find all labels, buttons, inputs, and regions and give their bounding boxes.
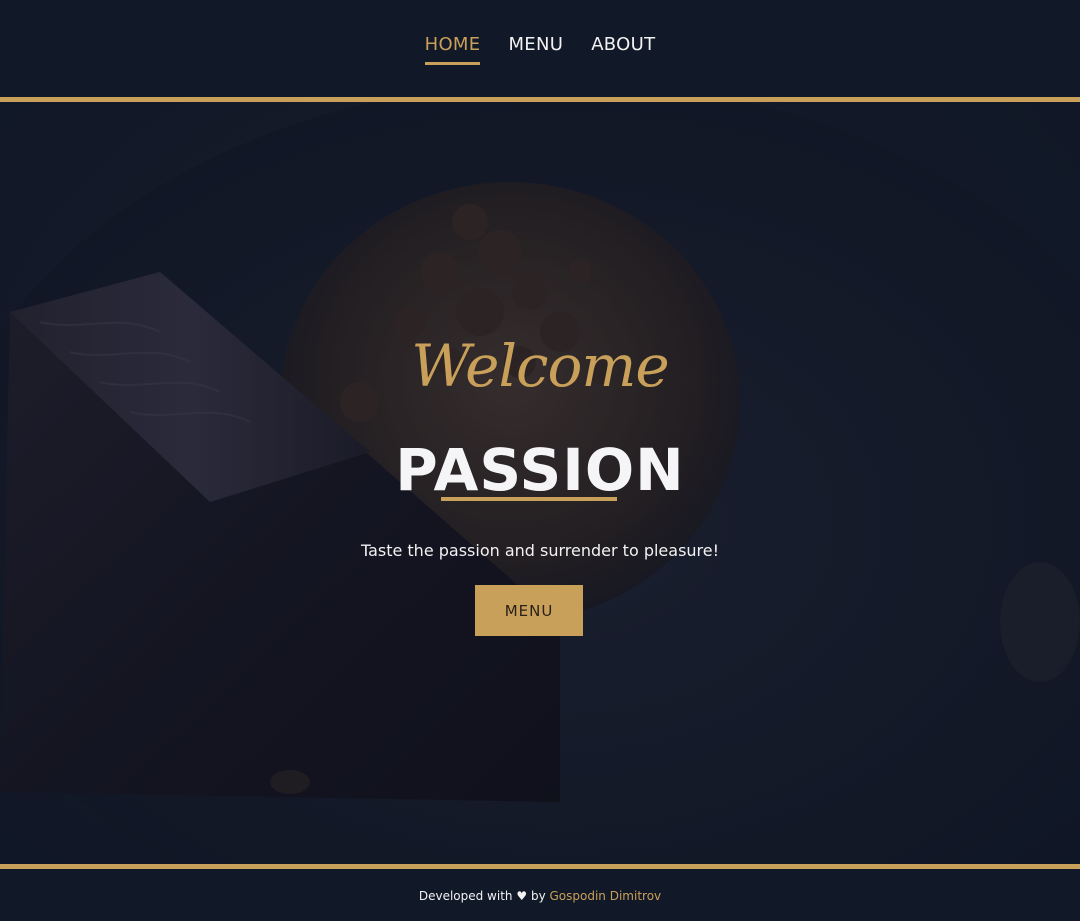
hero-section: Welcome PASSION Taste the passion and su… xyxy=(0,102,1080,864)
hero-divider xyxy=(441,497,617,501)
nav-link-about[interactable]: ABOUT xyxy=(591,34,655,63)
hero-title: PASSION xyxy=(395,435,685,504)
footer-credit: Developed with ♥ by Gospodin Dimitrov xyxy=(0,889,1080,903)
site-header: HOME MENU ABOUT xyxy=(0,0,1080,97)
hero-tagline: Taste the passion and surrender to pleas… xyxy=(360,541,720,560)
hero-welcome-script: Welcome xyxy=(411,332,669,400)
page: HOME MENU ABOUT Welcome PASSION Taste th… xyxy=(0,0,1080,921)
heart-icon: ♥ xyxy=(516,889,528,903)
menu-button[interactable]: MENU xyxy=(475,585,583,636)
footer-prefix: Developed with xyxy=(418,889,513,903)
nav-link-home[interactable]: HOME xyxy=(424,34,481,65)
main-nav: HOME MENU ABOUT xyxy=(0,34,1080,65)
footer-by: by xyxy=(530,889,546,903)
author-link[interactable]: Gospodin Dimitrov xyxy=(550,889,662,903)
site-footer: Developed with ♥ by Gospodin Dimitrov xyxy=(0,869,1080,921)
nav-link-menu[interactable]: MENU xyxy=(508,34,563,63)
